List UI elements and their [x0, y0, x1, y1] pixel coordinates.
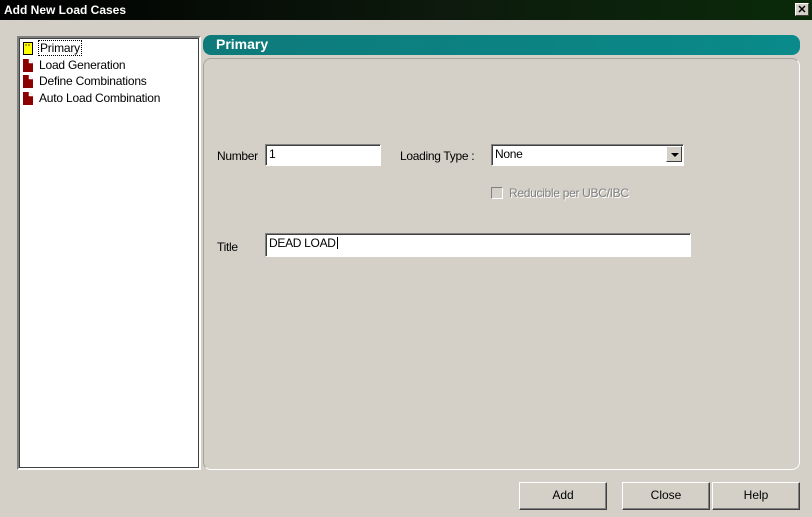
number-value: 1: [269, 147, 276, 161]
title-input[interactable]: DEAD LOAD: [265, 233, 691, 257]
panel-header-title: Primary: [216, 36, 269, 52]
tree-item-label: Auto Load Combination: [39, 91, 161, 105]
chevron-down-icon[interactable]: [666, 146, 682, 162]
text-caret: [336, 237, 338, 249]
primary-panel: [203, 58, 800, 470]
page-icon: [23, 92, 33, 105]
loading-type-value: None: [495, 147, 523, 161]
panel-header: Primary: [203, 35, 800, 55]
add-button[interactable]: Add: [519, 482, 607, 510]
help-button[interactable]: Help: [712, 482, 800, 510]
loading-type-label: Loading Type :: [400, 149, 475, 163]
tree-item-label: Primary: [38, 40, 82, 56]
title-bar: Add New Load Cases ✕: [0, 0, 812, 20]
reducible-label: Reducible per UBC/IBC: [509, 186, 629, 200]
tree-item-label: Define Combinations: [39, 74, 147, 88]
number-field[interactable]: 1: [265, 144, 381, 166]
primary-load-icon: [23, 42, 33, 55]
title-label: Title: [217, 240, 238, 254]
loading-type-select[interactable]: None: [491, 144, 684, 166]
title-value: DEAD LOAD: [269, 236, 336, 250]
page-icon: [23, 75, 33, 88]
load-case-tree[interactable]: Primary Load Generation Define Combinati…: [17, 36, 201, 470]
window-title: Add New Load Cases: [4, 3, 127, 17]
reducible-checkbox[interactable]: [491, 187, 503, 199]
page-icon: [23, 59, 33, 72]
close-button[interactable]: Close: [622, 482, 710, 510]
tree-item-label: Load Generation: [39, 58, 126, 72]
close-icon[interactable]: ✕: [795, 3, 809, 16]
number-label: Number: [217, 149, 258, 163]
